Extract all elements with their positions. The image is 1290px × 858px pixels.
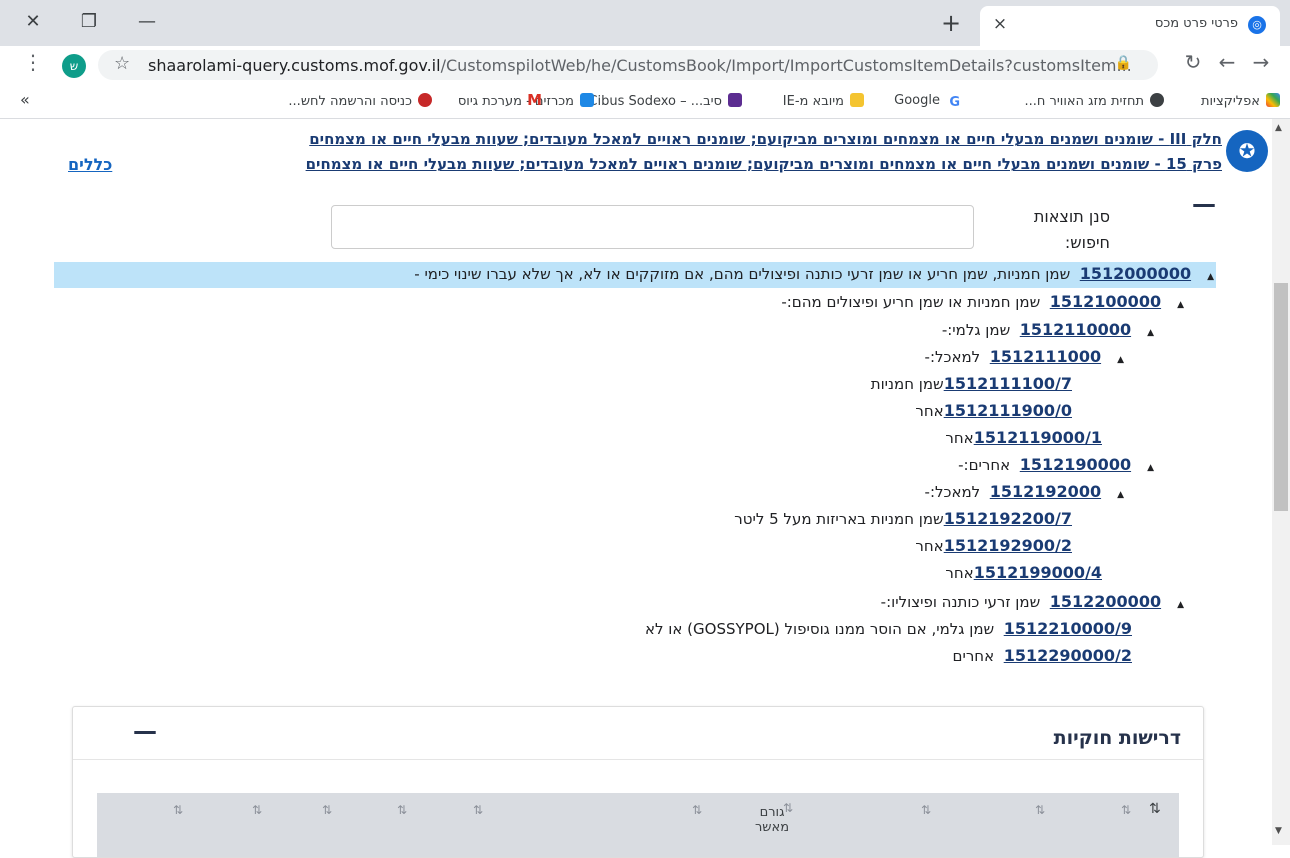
- new-tab-button[interactable]: +: [936, 9, 966, 37]
- tree-row[interactable]: ▲1512100000 שמן חמניות או שמן חריע ופיצו…: [781, 292, 1184, 311]
- collapse-section-icon[interactable]: —: [133, 717, 157, 745]
- tree-row[interactable]: ▲1512000000 שמן חמניות, שמן חריע או שמן …: [414, 264, 1214, 283]
- tree-row[interactable]: ▲1512200000 שמן זרעי כותנה ופיצוליו:-: [881, 592, 1184, 611]
- section-title: דרישות חוקיות: [1053, 727, 1181, 749]
- sort-active-icon[interactable]: ⇅: [1149, 801, 1161, 817]
- tab-favicon-icon: ◎: [1248, 16, 1266, 34]
- bookmarks-bar: » אפליקציות תחזית מזג האוויר ח... GGoogl…: [0, 84, 1290, 119]
- filter-label: סנן תוצאות חיפוש:: [1033, 207, 1110, 252]
- tree-row[interactable]: 1512111900/0אחר: [915, 401, 1072, 420]
- tree-row[interactable]: ▲1512190000 אחרים:-: [958, 455, 1154, 474]
- breadcrumb-part[interactable]: חלק III - שומנים ושמנים מבעלי חיים או מצ…: [309, 130, 1222, 148]
- filter-input[interactable]: [331, 205, 974, 249]
- tab-title: פרטי פרט מכס: [1154, 16, 1238, 31]
- window-minimize-button[interactable]: —: [132, 9, 162, 35]
- window-restore-button[interactable]: ❐: [74, 9, 104, 35]
- lock-icon[interactable]: 🔒: [1115, 55, 1132, 71]
- column-approver[interactable]: גורם מאשר: [747, 805, 797, 835]
- sort-icon[interactable]: ⇅: [692, 803, 702, 817]
- bookmarks-overflow-icon[interactable]: »: [20, 90, 30, 109]
- tab-close-icon[interactable]: ×: [990, 14, 1010, 34]
- forward-icon[interactable]: →: [1248, 50, 1274, 74]
- scroll-down-icon[interactable]: ▼: [1275, 826, 1282, 836]
- sort-icon[interactable]: ⇅: [322, 803, 332, 817]
- browser-tab[interactable]: × פרטי פרט מכס ◎: [980, 6, 1280, 46]
- sort-icon[interactable]: ⇅: [1121, 803, 1131, 817]
- table-header: ⇅ ⇅ ⇅ ⇅ ⇅ ⇅ ⇅ גורם מאשר ⇅ ⇅ ⇅ ⇅: [97, 793, 1179, 857]
- reload-icon[interactable]: ↻: [1180, 50, 1206, 74]
- tree-row[interactable]: ▲1512111000 למאכל:-: [925, 347, 1124, 366]
- sort-icon[interactable]: ⇅: [252, 803, 262, 817]
- sort-icon[interactable]: ⇅: [473, 803, 483, 817]
- bookmark-weather[interactable]: תחזית מזג האוויר ח...: [1025, 93, 1164, 109]
- tree-row[interactable]: 1512119000/1אחר: [945, 428, 1102, 447]
- gmail-icon[interactable]: M: [527, 91, 542, 109]
- bookmark-ie-import[interactable]: מיובא מ-IE: [783, 93, 864, 109]
- address-bar[interactable]: ☆ shaarolami-query.customs.mof.gov.il/Cu…: [98, 50, 1158, 80]
- bookmark-google[interactable]: GGoogle: [894, 93, 960, 110]
- sort-icon[interactable]: ⇅: [921, 803, 931, 817]
- tree-row[interactable]: 1512111100/7שמן חמניות: [871, 374, 1072, 393]
- legal-requirements-section: דרישות חוקיות — ⇅ ⇅ ⇅ ⇅ ⇅ ⇅ ⇅ גורם מאשר …: [72, 706, 1204, 858]
- rules-link[interactable]: כללים: [68, 155, 112, 174]
- bookmark-star-icon[interactable]: ☆: [114, 53, 130, 74]
- customs-logo: ✪: [1226, 130, 1268, 172]
- section-divider: [73, 759, 1203, 760]
- tree-row[interactable]: 1512192900/2אחר: [915, 536, 1072, 555]
- bookmark-cibus[interactable]: סיב... – Cibus Sodexo: [588, 93, 742, 109]
- bookmark-register[interactable]: כניסה והרשמה לחש...: [288, 93, 432, 109]
- collapse-filter-icon[interactable]: —: [1192, 190, 1216, 218]
- tree-row[interactable]: 1512290000/2 אחרים: [953, 646, 1132, 665]
- breadcrumb-chapter[interactable]: פרק 15 - שומנים ושמנים מבעלי חיים או מצמ…: [306, 155, 1222, 173]
- tree-row[interactable]: 1512192200/7שמן חמניות באריזות מעל 5 ליט…: [734, 509, 1072, 528]
- scrollbar-thumb[interactable]: [1274, 283, 1288, 511]
- scroll-up-icon[interactable]: ▲: [1275, 123, 1282, 133]
- tree-row[interactable]: ▲1512192000 למאכל:-: [925, 482, 1124, 501]
- sort-icon[interactable]: ⇅: [173, 803, 183, 817]
- profile-avatar[interactable]: ש: [62, 54, 86, 78]
- back-icon[interactable]: ←: [1214, 50, 1240, 74]
- menu-icon[interactable]: ⋮: [20, 50, 46, 74]
- url-text: shaarolami-query.customs.mof.gov.il/Cust…: [148, 56, 1132, 75]
- sort-icon[interactable]: ⇅: [397, 803, 407, 817]
- tree-row[interactable]: 1512199000/4אחר: [945, 563, 1102, 582]
- tree-row[interactable]: 1512210000/9 שמן גלמי, אם הוסר ממנו גוסי…: [645, 619, 1132, 638]
- sort-icon[interactable]: ⇅: [1035, 803, 1045, 817]
- tree-row[interactable]: ▲1512110000 שמן גלמי:-: [942, 320, 1154, 339]
- bookmark-tenders[interactable]: מכרזים - מערכת גיוס: [458, 93, 594, 109]
- bookmark-apps[interactable]: אפליקציות: [1201, 93, 1280, 109]
- window-close-button[interactable]: ✕: [18, 9, 48, 35]
- browser-titlebar: ✕ ❐ — + × פרטי פרט מכס ◎: [0, 0, 1290, 46]
